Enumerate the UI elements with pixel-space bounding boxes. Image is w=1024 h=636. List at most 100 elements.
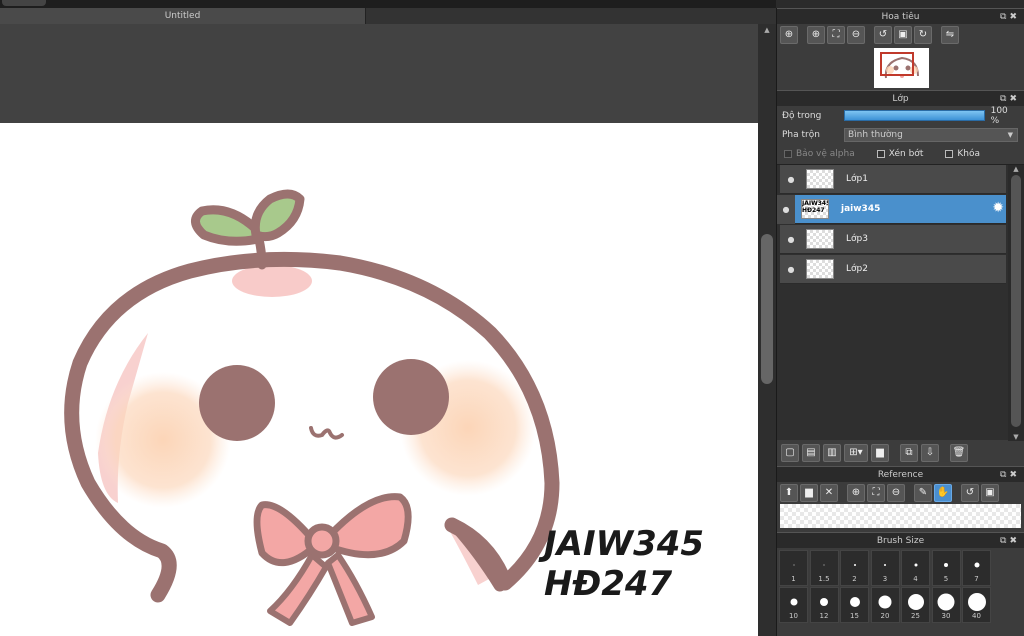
brush-size-cell[interactable]: 1	[779, 550, 808, 586]
eye-icon[interactable]: ●	[777, 194, 795, 224]
document-tab[interactable]: Untitled	[0, 8, 366, 24]
left-eye	[199, 365, 275, 441]
eye-icon[interactable]: ●	[780, 175, 802, 184]
brush-size-cell[interactable]: 7	[962, 550, 991, 586]
gear-icon[interactable]: ✹	[992, 200, 1004, 216]
brush-size-cell[interactable]: 4	[901, 550, 930, 586]
clipping-checkbox[interactable]: Xén bớt	[876, 149, 923, 159]
opacity-slider[interactable]	[843, 110, 985, 121]
scroll-down-icon[interactable]: ▼	[1008, 433, 1024, 441]
load-icon[interactable]: ⬆	[780, 484, 798, 502]
rotate-right-icon[interactable]: ↻	[914, 26, 932, 44]
brush-size-cell[interactable]: 30	[931, 587, 961, 623]
layer-thumbnail	[806, 259, 834, 279]
brush-size-cell[interactable]: 15	[840, 587, 869, 623]
eye-icon[interactable]: ●	[780, 265, 802, 274]
scroll-up-icon[interactable]: ▲	[758, 24, 776, 36]
layer-item[interactable]: ● Lớp2	[780, 255, 1006, 284]
blend-mode-value: Bình thường	[848, 129, 903, 140]
layer-scroll-thumb[interactable]	[1011, 175, 1021, 427]
brush-size-cell[interactable]: 1.5	[809, 550, 839, 586]
scroll-thumb[interactable]	[761, 234, 773, 384]
reference-image-area[interactable]	[780, 504, 1021, 528]
open-folder-icon[interactable]: ▆	[800, 484, 818, 502]
brush-dot-icon	[878, 595, 892, 609]
brush-dot-icon	[967, 593, 986, 611]
brush-dot-icon	[823, 564, 825, 566]
layer-list[interactable]: ● Lớp1 ● JAIW345 HĐ247 jaiw345 ✹ ● Lớp3 …	[777, 164, 1024, 441]
opacity-row: Độ trong 100 %	[777, 106, 1024, 126]
brush-dot-icon	[884, 564, 886, 566]
zoom-in-icon[interactable]: ⊕	[780, 26, 798, 44]
navigator-preview[interactable]	[777, 46, 1024, 90]
eye-icon[interactable]: ●	[780, 235, 802, 244]
zoom-in-icon[interactable]: ⊕	[847, 484, 865, 502]
layer-thumbnail	[806, 169, 834, 189]
brush-size-label: 12	[819, 612, 829, 620]
brush-size-panel-title: Brush Size ⧉✖	[777, 532, 1024, 548]
canvas-area[interactable]: JAIW345 HĐ247	[0, 24, 758, 636]
brush-dot-icon	[793, 564, 794, 566]
trash-icon[interactable]: 🗑	[950, 444, 968, 462]
rotate-icon[interactable]: ↺	[961, 484, 979, 502]
merge-layer-icon[interactable]: ⇩	[921, 444, 939, 462]
brush-size-label: 5	[943, 575, 949, 583]
brush-size-cell[interactable]: 10	[779, 587, 808, 623]
brush-dot-icon	[944, 563, 948, 567]
duplicate-layer-icon[interactable]: ⧉	[900, 444, 918, 462]
brush-size-cell[interactable]: 2	[840, 550, 869, 586]
hand-icon[interactable]: ✋	[934, 484, 952, 502]
reset-view-icon[interactable]: ▣	[894, 26, 912, 44]
zoom-out-icon[interactable]: ⊖	[847, 26, 865, 44]
lock-checkbox[interactable]: Khóa	[945, 149, 980, 159]
brush-size-cell[interactable]: 40	[962, 587, 991, 623]
panel-buttons[interactable]: ⧉✖	[1000, 467, 1020, 483]
bow-right-loop	[326, 493, 412, 559]
layer-item[interactable]: ● Lớp3	[780, 225, 1006, 254]
drawing-paper[interactable]: JAIW345 HĐ247	[0, 123, 758, 636]
layer-item[interactable]: ● Lớp1	[780, 165, 1006, 194]
fit-icon[interactable]: ⛶	[827, 26, 845, 44]
right-eye	[373, 359, 449, 435]
eyedropper-icon[interactable]: ✎	[914, 484, 932, 502]
brush-size-cell[interactable]: 5	[931, 550, 961, 586]
panel-buttons[interactable]: ⧉✖	[1000, 533, 1020, 549]
add-layer-menu-icon[interactable]: ⊞▾	[844, 444, 868, 462]
brush-size-cell[interactable]: 12	[809, 587, 839, 623]
blend-mode-select[interactable]: Bình thường ▼	[844, 127, 1018, 142]
zoom-out-icon[interactable]: ⊖	[887, 484, 905, 502]
navigator-toolbar: ⊕ ⊕ ⛶ ⊖ ↺ ▣ ↻ ⇋	[777, 24, 1024, 46]
layer-options: Bảo vệ alpha Xén bớt Khóa	[777, 144, 1024, 164]
close-icon[interactable]: ✕	[820, 484, 838, 502]
navigator-thumbnail[interactable]	[874, 48, 929, 88]
protect-alpha-checkbox[interactable]: Bảo vệ alpha	[784, 149, 855, 159]
top-pink-blush	[232, 265, 312, 297]
layer-name: Lớp3	[846, 234, 868, 244]
folder-icon[interactable]: ▆	[871, 444, 889, 462]
new-layer-icon[interactable]: ▢	[781, 444, 799, 462]
rotate-left-icon[interactable]: ↺	[874, 26, 892, 44]
brush-size-label: 4	[913, 575, 918, 583]
reset-view-icon[interactable]: ▣	[981, 484, 999, 502]
brush-size-label: 40	[972, 612, 981, 620]
new-halftone-layer-icon[interactable]: ▤	[802, 444, 820, 462]
fit-icon[interactable]: ⛶	[867, 484, 885, 502]
new-page-layer-icon[interactable]: ▥	[823, 444, 841, 462]
layer-item-selected[interactable]: ● JAIW345 HĐ247 jaiw345 ✹	[777, 194, 1006, 224]
menu-button[interactable]	[2, 0, 46, 6]
zoom-in-small-icon[interactable]: ⊕	[807, 26, 825, 44]
brush-size-cell[interactable]: 3	[870, 550, 900, 586]
brush-size-grid: 1 1.5 2 3 4 5 7 10 12 15 20 25 30 40	[777, 548, 1024, 636]
flip-icon[interactable]: ⇋	[941, 26, 959, 44]
brush-dot-icon	[907, 594, 924, 610]
canvas-scrollbar[interactable]: ▲	[758, 24, 776, 636]
brush-size-cell[interactable]: 25	[901, 587, 930, 623]
brush-size-cell[interactable]: 20	[870, 587, 900, 623]
scroll-up-icon[interactable]: ▲	[1008, 165, 1024, 173]
brush-size-label: 2	[852, 575, 857, 583]
viewport-frame[interactable]	[880, 52, 914, 76]
layer-name: Lớp1	[846, 174, 868, 184]
layer-scrollbar[interactable]: ▲ ▼	[1008, 165, 1024, 441]
panel-buttons[interactable]: ⧉✖	[1000, 9, 1020, 25]
brush-size-label: 3	[882, 575, 888, 583]
